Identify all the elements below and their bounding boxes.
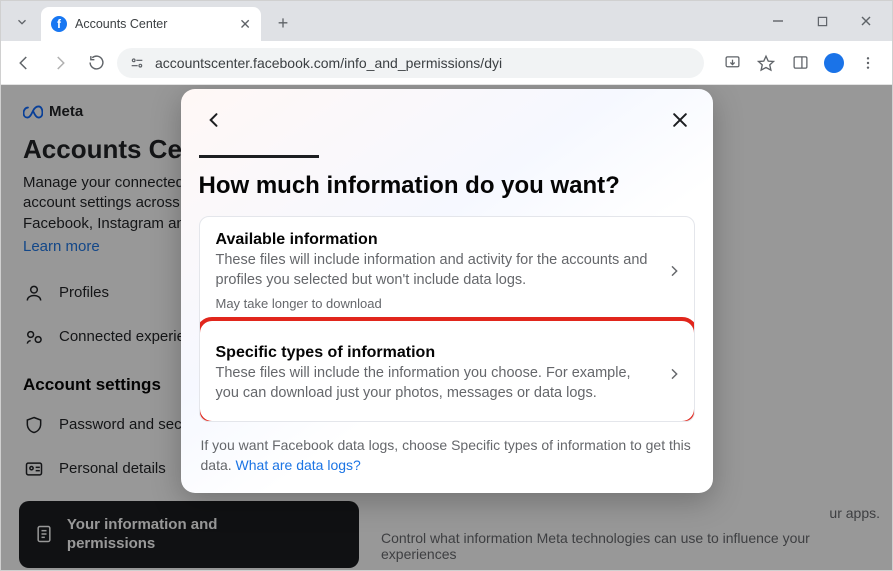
- modal-options-card: Available information These files will i…: [199, 216, 695, 422]
- modal-footer-note: If you want Facebook data logs, choose S…: [199, 436, 695, 475]
- modal-title: How much information do you want?: [199, 172, 695, 200]
- option-title: Available information: [216, 231, 650, 249]
- new-tab-button[interactable]: +: [269, 9, 297, 37]
- window-maximize-button[interactable]: [800, 6, 844, 36]
- download-info-modal: How much information do you want? Availa…: [181, 89, 713, 493]
- option-title: Specific types of information: [216, 344, 650, 362]
- modal-close-button[interactable]: [665, 105, 695, 135]
- tab-title: Accounts Center: [75, 17, 231, 31]
- option-desc: These files will include information and…: [216, 251, 650, 290]
- modal-overlay[interactable]: How much information do you want? Availa…: [1, 85, 892, 570]
- chrome-menu-icon[interactable]: [852, 48, 884, 78]
- modal-accent-rule: [199, 155, 319, 158]
- tab-search-dropdown[interactable]: [9, 9, 35, 35]
- url-input[interactable]: accountscenter.facebook.com/info_and_per…: [117, 48, 704, 78]
- tab-bar: f Accounts Center ✕ +: [1, 1, 892, 41]
- bookmark-star-icon[interactable]: [750, 48, 782, 78]
- facebook-favicon-icon: f: [51, 16, 67, 32]
- address-bar: accountscenter.facebook.com/info_and_per…: [1, 41, 892, 85]
- side-panel-icon[interactable]: [784, 48, 816, 78]
- nav-reload-button[interactable]: [81, 48, 111, 78]
- nav-back-button[interactable]: [9, 48, 39, 78]
- nav-forward-button[interactable]: [45, 48, 75, 78]
- browser-tab[interactable]: f Accounts Center ✕: [41, 7, 261, 41]
- chevron-right-icon: [666, 366, 682, 382]
- page-viewport: Meta Accounts Center Manage your connect…: [1, 85, 892, 570]
- option-specific-types[interactable]: Specific types of information These file…: [200, 325, 694, 421]
- what-are-data-logs-link[interactable]: What are data logs?: [236, 457, 361, 473]
- window-minimize-button[interactable]: [756, 6, 800, 36]
- chevron-right-icon: [666, 263, 682, 279]
- browser-window: f Accounts Center ✕ + accountscenter.fac…: [0, 0, 893, 571]
- profile-avatar-icon[interactable]: [818, 48, 850, 78]
- site-settings-icon[interactable]: [129, 55, 145, 71]
- modal-back-button[interactable]: [199, 105, 229, 135]
- window-close-button[interactable]: [844, 6, 888, 36]
- tab-close-icon[interactable]: ✕: [239, 16, 251, 33]
- option-note: May take longer to download: [216, 296, 650, 311]
- option-desc: These files will include the information…: [216, 364, 650, 403]
- url-text: accountscenter.facebook.com/info_and_per…: [155, 55, 502, 71]
- option-available-information[interactable]: Available information These files will i…: [200, 217, 694, 325]
- install-app-icon[interactable]: [716, 48, 748, 78]
- window-controls: [756, 1, 888, 41]
